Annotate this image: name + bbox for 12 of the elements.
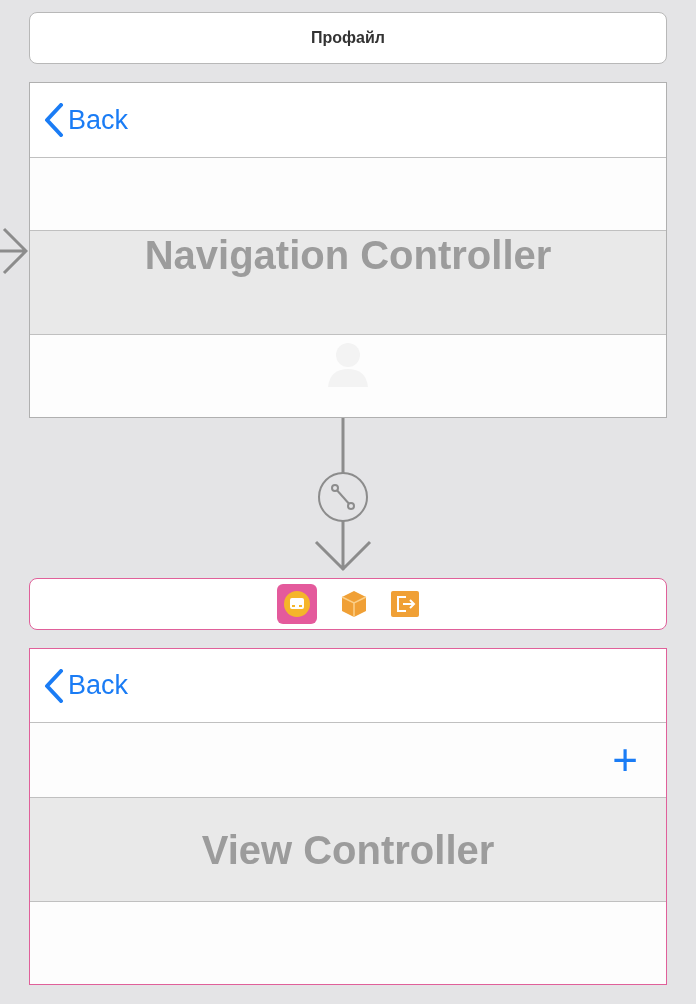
- add-button[interactable]: +: [612, 738, 638, 782]
- chevron-left-icon: [44, 668, 64, 703]
- chevron-left-icon: [44, 103, 64, 137]
- back-button[interactable]: Back: [44, 103, 129, 137]
- cube-icon[interactable]: [341, 590, 367, 618]
- view-controller-icon[interactable]: [277, 584, 317, 624]
- back-button[interactable]: Back: [44, 668, 129, 703]
- scene-title: View Controller: [201, 826, 495, 874]
- exit-icon[interactable]: [391, 591, 419, 617]
- scene-title-bar: Профайл: [29, 12, 667, 64]
- entry-arrow-icon: [0, 225, 28, 277]
- scene-title: Navigation Controller: [144, 232, 552, 278]
